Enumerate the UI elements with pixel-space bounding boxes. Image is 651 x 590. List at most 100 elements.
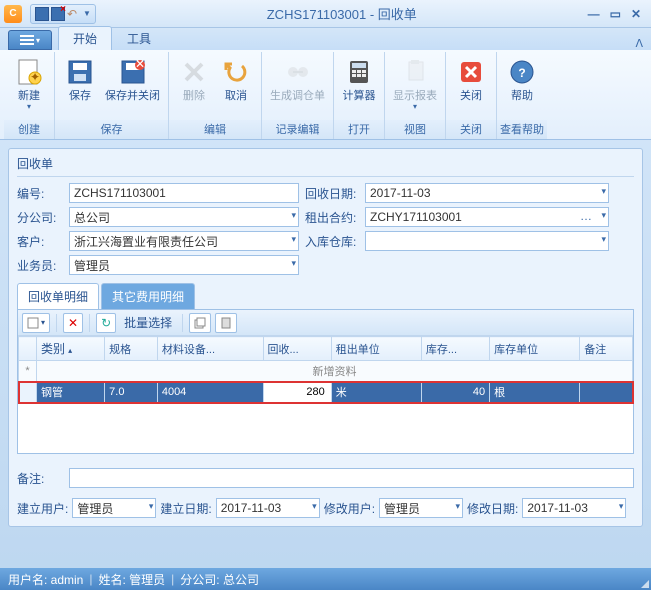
chevron-down-icon: ▾ bbox=[619, 501, 624, 512]
col-equip[interactable]: 材料设备... bbox=[157, 337, 263, 361]
tab-other-cost[interactable]: 其它费用明细 bbox=[101, 283, 195, 309]
qat-save-close-icon[interactable] bbox=[51, 7, 65, 21]
input-no[interactable]: ZCHS171103001 bbox=[69, 183, 299, 203]
ribbon: ✦ 新建 ▾ 创建 保存 ✕ 保存并关闭 保存 删除 bbox=[0, 50, 651, 140]
lbl-cdate: 建立日期: bbox=[160, 500, 211, 517]
input-cdate[interactable]: 2017-11-03▾ bbox=[216, 498, 320, 518]
lbl-mdate: 修改日期: bbox=[467, 500, 518, 517]
input-cuser[interactable]: 管理员▾ bbox=[72, 498, 156, 518]
save-icon bbox=[64, 56, 96, 88]
col-recv[interactable]: 回收... bbox=[263, 337, 331, 361]
sub-tab-strip: 回收单明细 其它费用明细 bbox=[17, 283, 634, 309]
input-branch[interactable]: 总公司▾ bbox=[69, 207, 299, 227]
chevron-down-icon: ▾ bbox=[291, 234, 296, 245]
col-remark[interactable]: 备注 bbox=[580, 337, 633, 361]
cell-rent-unit[interactable]: 米 bbox=[331, 382, 421, 403]
col-stock[interactable]: 库存... bbox=[421, 337, 489, 361]
chevron-down-icon: ▾ bbox=[456, 501, 461, 512]
delete-icon bbox=[178, 56, 210, 88]
col-stock-unit[interactable]: 库存单位 bbox=[490, 337, 580, 361]
report-button[interactable]: 显示报表 ▾ bbox=[389, 54, 441, 113]
group-close-label: 关闭 bbox=[446, 120, 496, 139]
close-button[interactable]: 关闭 bbox=[450, 54, 492, 105]
window-title: ZCHS171103001 - 回收单 bbox=[96, 4, 588, 23]
group-create-label: 创建 bbox=[4, 120, 54, 139]
cell-stock-unit[interactable]: 根 bbox=[490, 382, 580, 403]
lbl-date: 回收日期: bbox=[305, 185, 365, 202]
tb-new-button[interactable]: ▾ bbox=[22, 313, 50, 333]
help-icon: ? bbox=[506, 56, 538, 88]
help-button[interactable]: ? 帮助 bbox=[501, 54, 543, 105]
tb-delete-button[interactable]: ✕ bbox=[63, 313, 83, 333]
ellipsis-icon[interactable]: … bbox=[580, 209, 592, 223]
input-remark[interactable] bbox=[69, 468, 634, 488]
status-user: 用户名: admin bbox=[8, 571, 83, 588]
tb-refresh-button[interactable]: ↻ bbox=[96, 313, 116, 333]
col-category[interactable]: 类别 ▴ bbox=[37, 337, 105, 361]
app-menu-button[interactable]: ▾ bbox=[8, 30, 52, 50]
input-customer[interactable]: 浙江兴海置业有限责任公司▾ bbox=[69, 231, 299, 251]
ribbon-collapse-icon[interactable]: ᐱ bbox=[635, 37, 643, 50]
tb-batch-button[interactable]: 批量选择 bbox=[120, 313, 176, 333]
ribbon-tab-strip: ▾ 开始 工具 ᐱ bbox=[0, 28, 651, 50]
table-row[interactable]: 钢管 7.0 4004 280 米 40 根 bbox=[19, 382, 633, 403]
title-bar: C ↶ ▼ ZCHS171103001 - 回收单 — ▭ ✕ bbox=[0, 0, 651, 28]
detail-panel: ▾ ✕ ↻ 批量选择 类别 ▴ 规格 材料设备... 回收... 租出单位 bbox=[17, 309, 634, 454]
grid-empty-area bbox=[18, 403, 633, 453]
cell-equip[interactable]: 4004 bbox=[157, 382, 263, 403]
input-contract[interactable]: ZCHY171103001…▾ bbox=[365, 207, 609, 227]
chevron-down-icon: ▾ bbox=[601, 186, 606, 197]
tab-start[interactable]: 开始 bbox=[58, 26, 112, 50]
maximize-button[interactable]: ▭ bbox=[610, 7, 621, 21]
chevron-down-icon: ▾ bbox=[601, 234, 606, 245]
minimize-button[interactable]: — bbox=[588, 7, 600, 21]
resize-grip-icon[interactable] bbox=[641, 580, 649, 588]
group-view-label: 视图 bbox=[385, 120, 445, 139]
save-close-button[interactable]: ✕ 保存并关闭 bbox=[101, 54, 164, 105]
cell-recv[interactable]: 280 bbox=[263, 382, 331, 403]
lbl-remark: 备注: bbox=[17, 470, 65, 487]
tb-copy-button[interactable] bbox=[189, 313, 211, 333]
group-help-label: 查看帮助 bbox=[497, 120, 547, 139]
tab-detail[interactable]: 回收单明细 bbox=[17, 283, 99, 309]
col-rent-unit[interactable]: 租出单位 bbox=[331, 337, 421, 361]
lbl-warehouse: 入库仓库: bbox=[305, 233, 365, 250]
group-open-label: 打开 bbox=[334, 120, 384, 139]
quick-access-toolbar: ↶ ▼ bbox=[30, 4, 96, 24]
close-window-button[interactable]: ✕ bbox=[631, 7, 641, 21]
new-row[interactable]: *新增资料 bbox=[19, 361, 633, 382]
tb-paste-button[interactable] bbox=[215, 313, 237, 333]
app-icon: C bbox=[4, 5, 22, 23]
save-button[interactable]: 保存 bbox=[59, 54, 101, 105]
panel-title: 回收单 bbox=[17, 155, 634, 177]
col-selector[interactable] bbox=[19, 337, 37, 361]
new-button[interactable]: ✦ 新建 ▾ bbox=[8, 54, 50, 113]
gen-order-button[interactable]: 生成调仓单 bbox=[266, 54, 329, 105]
qat-save-icon[interactable] bbox=[35, 7, 49, 21]
chevron-down-icon: ▾ bbox=[413, 102, 417, 111]
svg-text:?: ? bbox=[518, 66, 525, 80]
chevron-down-icon: ▾ bbox=[291, 210, 296, 221]
tab-tools[interactable]: 工具 bbox=[112, 26, 166, 50]
new-icon: ✦ bbox=[13, 56, 45, 88]
status-bar: 用户名: admin| 姓名: 管理员| 分公司: 总公司 bbox=[0, 568, 651, 590]
cell-stock[interactable]: 40 bbox=[421, 382, 489, 403]
svg-text:✕: ✕ bbox=[134, 58, 144, 71]
qat-undo-icon[interactable]: ↶ bbox=[67, 7, 81, 21]
col-spec[interactable]: 规格 bbox=[105, 337, 158, 361]
delete-button[interactable]: 删除 bbox=[173, 54, 215, 105]
cell-category[interactable]: 钢管 bbox=[37, 382, 105, 403]
input-date[interactable]: 2017-11-03▾ bbox=[365, 183, 609, 203]
input-warehouse[interactable]: ▾ bbox=[365, 231, 609, 251]
cell-remark[interactable] bbox=[580, 382, 633, 403]
cell-spec[interactable]: 7.0 bbox=[105, 382, 158, 403]
chevron-down-icon: ▾ bbox=[601, 210, 606, 221]
input-mdate[interactable]: 2017-11-03▾ bbox=[522, 498, 626, 518]
input-muser[interactable]: 管理员▾ bbox=[379, 498, 463, 518]
calculator-button[interactable]: 计算器 bbox=[338, 54, 380, 105]
qat-dropdown-icon[interactable]: ▼ bbox=[83, 9, 91, 18]
input-agent[interactable]: 管理员▾ bbox=[69, 255, 299, 275]
cancel-button[interactable]: 取消 bbox=[215, 54, 257, 105]
lbl-contract: 租出合约: bbox=[305, 209, 365, 226]
chevron-down-icon: ▾ bbox=[27, 102, 31, 111]
